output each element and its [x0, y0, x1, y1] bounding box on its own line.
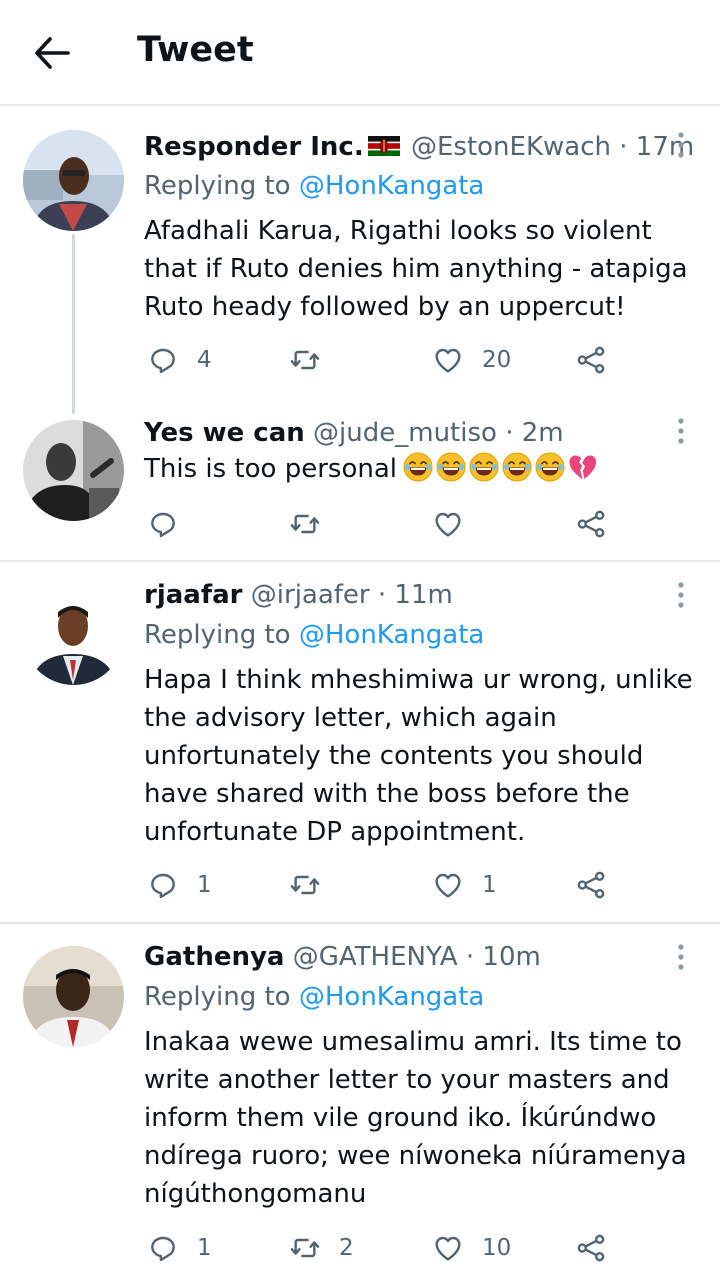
- avatar[interactable]: [23, 420, 124, 521]
- timestamp[interactable]: 11m: [394, 580, 452, 610]
- like-icon: [432, 508, 464, 540]
- tweet-text: This is too personal: [144, 450, 704, 493]
- retweet-button[interactable]: 2: [289, 1230, 354, 1266]
- tweet-header: Responder Inc. @EstonEKwach · 17m: [144, 132, 695, 162]
- replying-to: Replying to @HonKangata: [144, 620, 484, 650]
- display-name[interactable]: Gathenya: [144, 942, 284, 972]
- retweet-icon: [289, 869, 321, 901]
- replying-to-label: Replying to: [144, 982, 291, 1012]
- joy-emoji: [535, 452, 565, 482]
- mention-link[interactable]: @HonKangata: [299, 982, 485, 1012]
- top-bar: Tweet: [0, 0, 720, 104]
- timestamp[interactable]: 2m: [522, 418, 564, 448]
- thread-line: [72, 234, 75, 414]
- tweet-header: rjaafar @irjaafer · 11m: [144, 580, 453, 610]
- reply-button[interactable]: 1: [147, 867, 212, 903]
- share-button[interactable]: [575, 867, 607, 903]
- more-icon: [670, 942, 692, 972]
- retweet-icon: [289, 508, 321, 540]
- more-options-button[interactable]: [670, 942, 692, 972]
- more-icon: [670, 416, 692, 446]
- emoji-group: [403, 452, 601, 493]
- share-icon: [575, 344, 607, 376]
- tweet-text-body: This is too personal: [144, 454, 397, 484]
- page-title: Tweet: [137, 30, 254, 70]
- tweet-item[interactable]: rjaafar @irjaafer · 11m Replying to @Hon…: [0, 562, 720, 922]
- like-count: 20: [482, 347, 512, 373]
- like-button[interactable]: [432, 506, 482, 542]
- back-button[interactable]: [33, 34, 71, 72]
- reply-icon: [147, 344, 179, 376]
- display-name[interactable]: rjaafar: [144, 580, 243, 610]
- retweet-count: 2: [339, 1235, 354, 1261]
- user-handle[interactable]: @jude_mutiso: [313, 418, 497, 448]
- joy-emoji: [469, 452, 499, 482]
- share-button[interactable]: [575, 342, 607, 378]
- more-options-button[interactable]: [670, 130, 692, 160]
- avatar[interactable]: [23, 584, 124, 685]
- share-icon: [575, 1232, 607, 1264]
- share-icon: [575, 508, 607, 540]
- back-arrow-icon: [35, 37, 70, 69]
- avatar[interactable]: [23, 130, 124, 231]
- more-options-button[interactable]: [670, 416, 692, 446]
- tweet-text: Afadhali Karua, Rigathi looks so violent…: [144, 216, 688, 322]
- like-button[interactable]: 1: [432, 867, 497, 903]
- user-handle[interactable]: @irjaafer: [251, 580, 370, 610]
- retweet-icon: [289, 1232, 321, 1264]
- tweet-item[interactable]: Yes we can @jude_mutiso · 2m This is too…: [0, 406, 720, 560]
- reply-count: 1: [197, 872, 212, 898]
- share-button[interactable]: [575, 1230, 607, 1266]
- tweet-text: Inakaa wewe umesalimu amri. Its time to …: [144, 1027, 687, 1209]
- like-icon: [432, 344, 464, 376]
- replying-to: Replying to @HonKangata: [144, 982, 484, 1012]
- like-button[interactable]: 10: [432, 1230, 511, 1266]
- reply-icon: [147, 508, 179, 540]
- like-button[interactable]: 20: [432, 342, 511, 378]
- retweet-button[interactable]: [289, 867, 339, 903]
- display-name[interactable]: Responder Inc.: [144, 132, 364, 162]
- more-options-button[interactable]: [670, 580, 692, 610]
- joy-emoji: [502, 452, 532, 482]
- tweet-item[interactable]: Responder Inc. @EstonEKwach · 17m Replyi…: [0, 106, 720, 414]
- joy-emoji: [403, 452, 433, 482]
- share-icon: [575, 869, 607, 901]
- more-icon: [670, 130, 692, 160]
- retweet-icon: [289, 344, 321, 376]
- like-icon: [432, 869, 464, 901]
- reply-count: 4: [197, 347, 212, 373]
- replying-to: Replying to @HonKangata: [144, 171, 484, 201]
- reply-icon: [147, 869, 179, 901]
- mention-link[interactable]: @HonKangata: [299, 620, 485, 650]
- joy-emoji: [436, 452, 466, 482]
- tweet-header: Yes we can @jude_mutiso · 2m: [144, 418, 564, 448]
- share-button[interactable]: [575, 506, 607, 542]
- reply-button[interactable]: [147, 506, 197, 542]
- reply-button[interactable]: 4: [147, 342, 212, 378]
- replying-to-label: Replying to: [144, 171, 291, 201]
- user-handle[interactable]: @GATHENYA: [293, 942, 458, 972]
- like-count: 10: [482, 1235, 512, 1261]
- display-name[interactable]: Yes we can: [144, 418, 305, 448]
- user-handle[interactable]: @EstonEKwach: [411, 132, 611, 162]
- timestamp[interactable]: 10m: [482, 942, 540, 972]
- tweet-item[interactable]: Gathenya @GATHENYA · 10m Replying to @Ho…: [0, 924, 720, 1277]
- tweet-header: Gathenya @GATHENYA · 10m: [144, 942, 541, 972]
- mention-link[interactable]: @HonKangata: [299, 171, 485, 201]
- reply-count: 1: [197, 1235, 212, 1261]
- retweet-button[interactable]: [289, 342, 339, 378]
- tweet-text: Hapa I think mheshimiwa ur wrong, unlike…: [144, 665, 693, 847]
- retweet-button[interactable]: [289, 506, 339, 542]
- replying-to-label: Replying to: [144, 620, 291, 650]
- reply-icon: [147, 1232, 179, 1264]
- reply-button[interactable]: 1: [147, 1230, 212, 1266]
- more-icon: [670, 580, 692, 610]
- broken-heart-emoji: [568, 452, 598, 482]
- like-icon: [432, 1232, 464, 1264]
- kenya-flag-icon: [367, 136, 400, 156]
- avatar[interactable]: [23, 946, 124, 1047]
- like-count: 1: [482, 872, 497, 898]
